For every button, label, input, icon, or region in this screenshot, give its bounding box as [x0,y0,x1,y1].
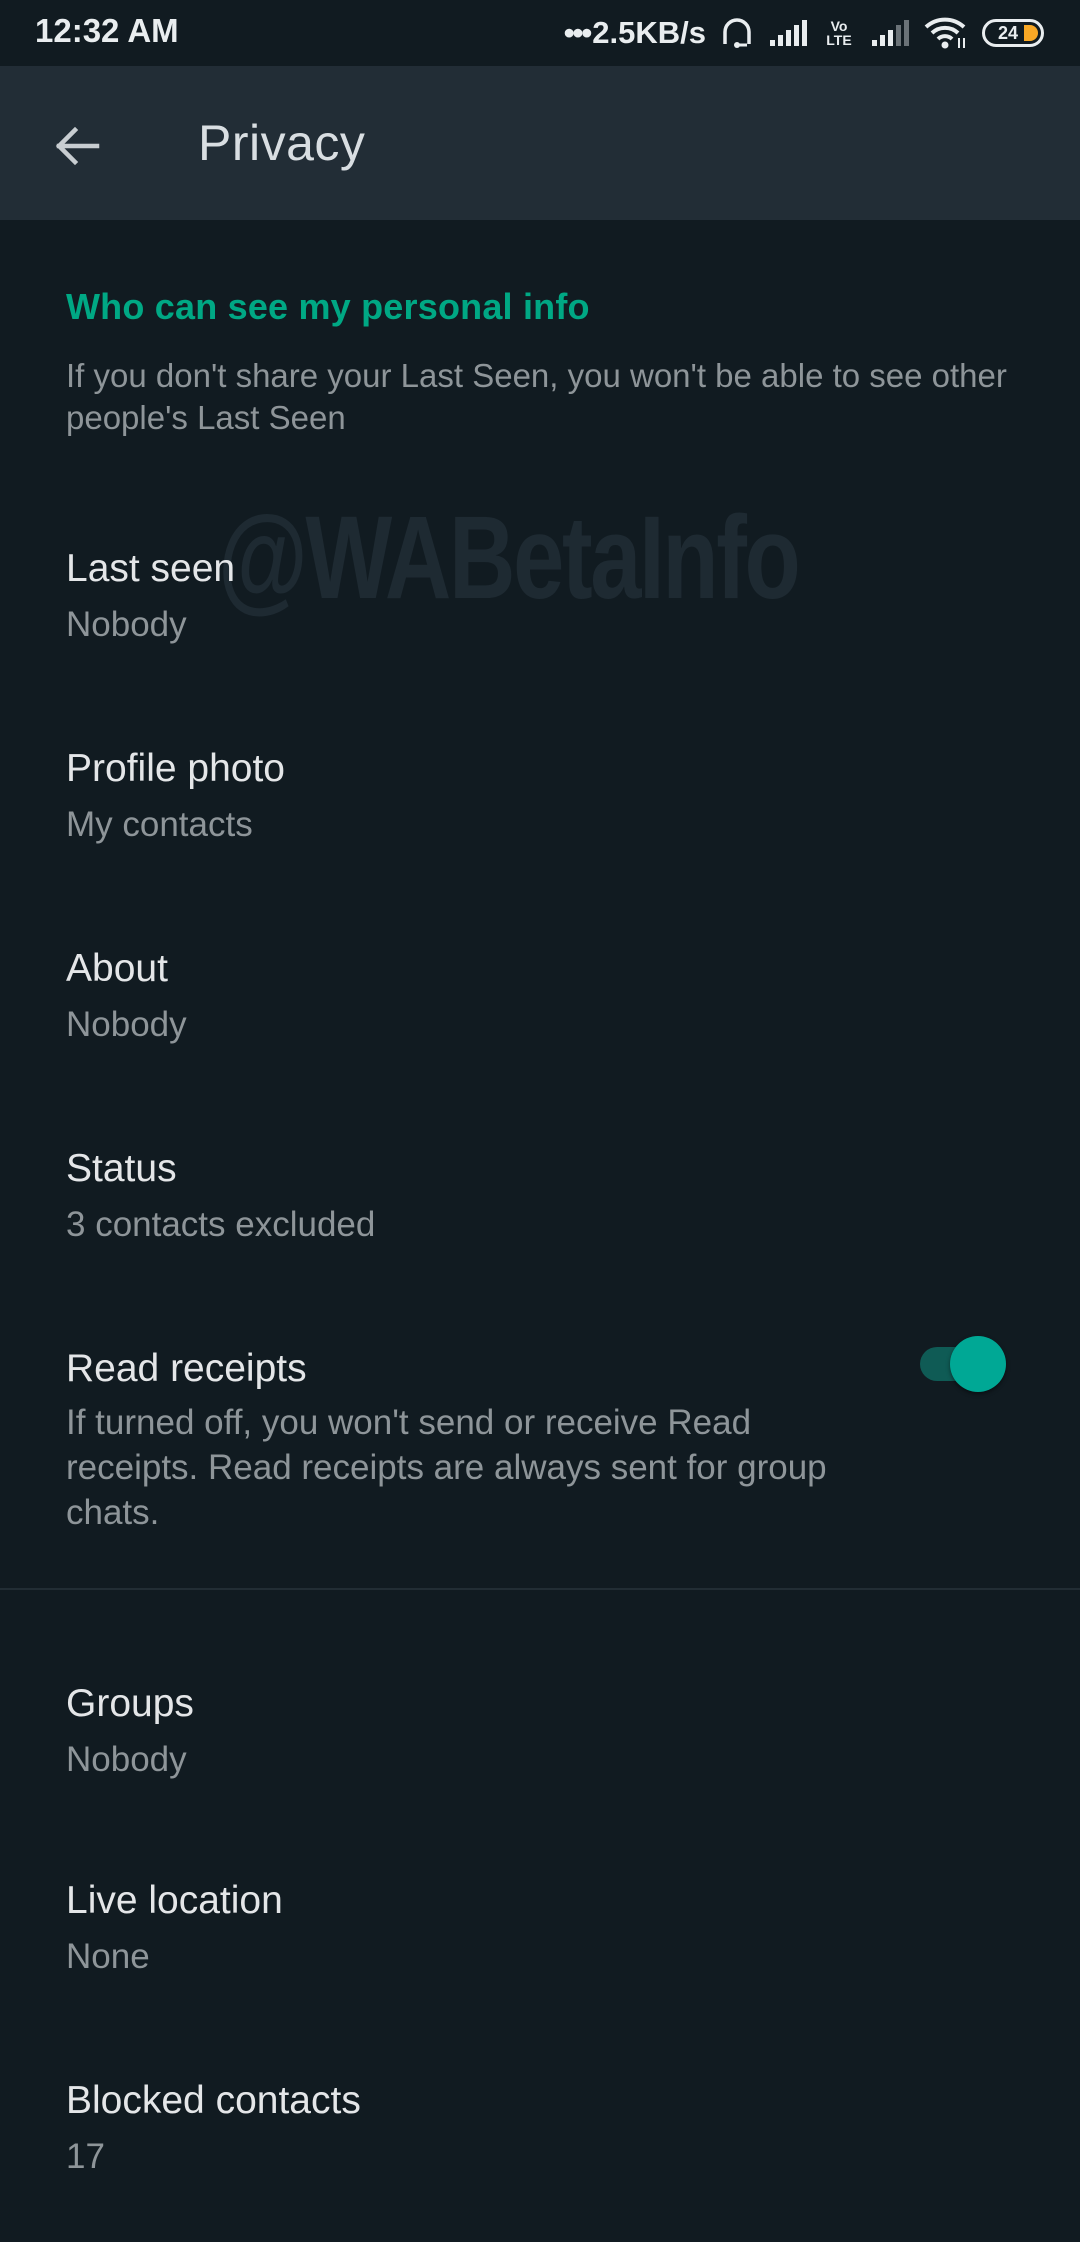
setting-description: If turned off, you won't send or receive… [66,1403,827,1532]
section-divider [0,1588,1080,1590]
setting-blocked-contacts[interactable]: Blocked contacts 17 [0,2042,1080,2242]
toggle-thumb [950,1336,1006,1392]
setting-value: Nobody [66,1740,187,1779]
setting-title: Read receipts [66,1347,307,1390]
section-description: If you don't share your Last Seen, you w… [66,357,1007,436]
setting-title: Live location [66,1879,283,1922]
setting-status[interactable]: Status 3 contacts excluded [0,1110,1080,1310]
setting-value: Nobody [66,605,187,644]
network-speed-value: 2.5KB/s [592,15,706,50]
read-receipts-toggle[interactable] [916,1332,1006,1392]
headset-icon [723,18,751,48]
setting-title: Blocked contacts [66,2079,361,2122]
setting-groups[interactable]: Groups Nobody [0,1645,1080,1845]
setting-value: My contacts [66,805,253,844]
page-title: Privacy [198,115,366,171]
signal-icon-2 [872,20,909,46]
status-time: 12:32 AM [35,12,179,49]
section-header: Who can see my personal info [66,286,590,327]
setting-title: Profile photo [66,747,285,790]
setting-live-location[interactable]: Live location None [0,1842,1080,2042]
setting-title: Last seen [66,547,236,590]
network-speed: ••• 2.5KB/s [564,15,706,51]
arrow-left-icon [55,126,100,166]
volte-top: Vo [830,18,848,34]
setting-value: 3 contacts excluded [66,1205,376,1244]
battery-icon: 24 [982,19,1044,47]
battery-fill [1024,25,1038,41]
battery-level: 24 [997,22,1019,43]
setting-title: Status [66,1147,177,1190]
setting-profile-photo[interactable]: Profile photo My contacts [0,710,1080,910]
signal-icon [770,20,807,46]
notification-dots: ••• [563,15,593,50]
status-icons: ••• 2.5KB/s Vo LTE 24 [564,10,1044,56]
setting-title: About [66,947,168,990]
setting-value: None [66,1937,150,1976]
setting-last-seen[interactable]: Last seen Nobody [0,510,1080,710]
status-bar: 12:32 AM ••• 2.5KB/s Vo LTE 24 [0,0,1080,66]
back-button[interactable] [40,109,114,183]
volte-bottom: LTE [826,32,852,48]
volte-icon: Vo LTE [822,19,856,47]
app-bar: Privacy [0,66,1080,220]
setting-value: 17 [66,2137,105,2176]
setting-about[interactable]: About Nobody [0,910,1080,1110]
setting-value: Nobody [66,1005,187,1044]
wifi-icon [924,17,966,49]
setting-title: Groups [66,1682,194,1725]
setting-read-receipts[interactable]: Read receipts If turned off, you won't s… [0,1310,1080,1580]
